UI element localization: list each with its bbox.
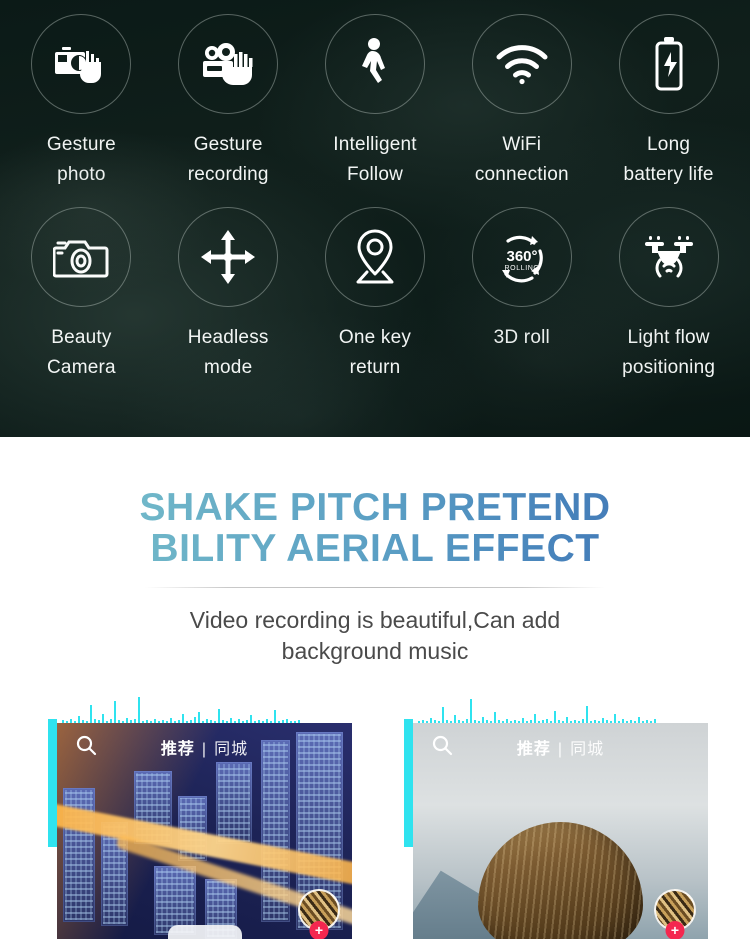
gesture-recording-icon [178, 14, 279, 114]
person-hair [477, 822, 644, 939]
feature-3d-roll[interactable]: 360° ROLLING 3D roll [448, 207, 595, 383]
waveform-bar [114, 701, 116, 723]
follow-button[interactable]: + [665, 921, 685, 939]
page-title: SHAKE PITCH PRETEND BILITY AERIAL EFFECT [0, 487, 750, 569]
feature-label: Gesture photo [46, 134, 116, 185]
audio-waveform-right [404, 689, 708, 723]
roll-caption-text: ROLLING [504, 265, 539, 272]
preview-cards: 推荐 | 同城 + 推荐 | 同城 + [0, 689, 750, 939]
feature-label: Intelligent Follow [333, 134, 417, 185]
feature-row-1: Gesture photo Gesture recording Intellig… [0, 0, 750, 190]
feature-label: Beauty Camera [47, 327, 116, 378]
tab-nearby[interactable]: 同城 [570, 741, 604, 758]
feature-wifi-connection[interactable]: WiFi connection [448, 14, 595, 190]
app-topbar: 推荐 | 同城 [413, 723, 708, 771]
author-avatar-group[interactable]: + [654, 889, 696, 939]
waveform-bar [470, 699, 472, 723]
waveform-bar [138, 697, 140, 723]
record-button[interactable] [167, 925, 242, 939]
feature-intelligent-follow[interactable]: Intelligent Follow [302, 14, 449, 190]
audio-waveform-left [48, 689, 352, 723]
feature-label: 3D roll [493, 327, 550, 348]
waveform-bar [554, 711, 556, 723]
feature-headless-mode[interactable]: Headless mode [155, 207, 302, 383]
waveform-bar [494, 712, 496, 723]
feature-long-battery-life[interactable]: Long battery life [595, 14, 742, 190]
feature-label: Long battery life [623, 134, 714, 185]
waveform-bar [102, 714, 104, 723]
waveform-bar [218, 709, 220, 723]
city-night-preview-card[interactable]: 推荐 | 同城 + [48, 689, 352, 939]
feature-gesture-photo[interactable]: Gesture photo [8, 14, 155, 190]
promo-subtitle: Video recording is beautiful,Can add bac… [140, 605, 610, 667]
headless-mode-icon [178, 207, 279, 307]
waveform-bar [454, 715, 456, 723]
waveform-bar [442, 707, 444, 723]
author-avatar-group[interactable]: + [298, 889, 340, 939]
promo-section: SHAKE PITCH PRETEND BILITY AERIAL EFFECT… [0, 437, 750, 939]
waveform-bar [586, 706, 588, 723]
waveform-bar [250, 715, 252, 723]
feature-row-2: Beauty Camera Headless mode One key retu… [0, 190, 750, 383]
subtitle-line-1: Video recording is beautiful,Can add [189, 607, 561, 633]
feature-one-key-return[interactable]: One key return [302, 207, 449, 383]
subtitle-line-2: background music [281, 638, 469, 664]
feature-label: Gesture recording [187, 134, 269, 185]
phone-screen-portrait[interactable]: 推荐 | 同城 + [413, 723, 708, 939]
feature-beauty-camera[interactable]: Beauty Camera [8, 207, 155, 383]
cyan-accent-bar [404, 719, 413, 847]
waveform-bar [198, 712, 200, 723]
feature-grid-section: Gesture photo Gesture recording Intellig… [0, 0, 750, 437]
beauty-camera-icon [31, 207, 132, 307]
feature-label: Light flow positioning [622, 327, 716, 378]
phone-screen-city[interactable]: 推荐 | 同城 + [57, 723, 352, 939]
feed-tabs: 推荐 | 同城 [57, 735, 352, 759]
headline-divider [145, 587, 605, 588]
app-topbar: 推荐 | 同城 [57, 723, 352, 771]
battery-icon [618, 14, 719, 114]
360-roll-icon: 360° ROLLING [471, 207, 572, 307]
feature-label: One key return [338, 327, 412, 378]
waveform-bar [78, 716, 80, 723]
tab-recommended[interactable]: 推荐 [161, 741, 195, 758]
gesture-photo-icon [31, 14, 132, 114]
intelligent-follow-icon [324, 14, 425, 114]
one-key-return-icon [324, 207, 425, 307]
headline-line-2: BILITY AERIAL EFFECT [150, 527, 600, 570]
waveform-bar [614, 714, 616, 723]
feature-label: Headless mode [187, 327, 269, 378]
waveform-bar [182, 714, 184, 723]
tab-separator: | [557, 741, 564, 758]
waveform-bar [534, 714, 536, 723]
follow-button[interactable]: + [309, 921, 329, 939]
roll-degrees-text: 360° [506, 248, 537, 265]
cyan-accent-bar [48, 719, 57, 847]
feature-label: WiFi connection [474, 134, 569, 185]
tab-nearby[interactable]: 同城 [214, 741, 248, 758]
wifi-icon [471, 14, 572, 114]
tab-separator: | [201, 741, 208, 758]
headline-line-1: SHAKE PITCH PRETEND [139, 486, 611, 529]
feed-tabs: 推荐 | 同城 [413, 735, 708, 759]
waveform-bar [90, 705, 92, 723]
light-flow-positioning-icon [618, 207, 719, 307]
feature-gesture-recording[interactable]: Gesture recording [155, 14, 302, 190]
portrait-sky-preview-card[interactable]: 推荐 | 同城 + [404, 689, 708, 939]
waveform-bar [274, 710, 276, 723]
tab-recommended[interactable]: 推荐 [517, 741, 551, 758]
feature-light-flow-positioning[interactable]: Light flow positioning [595, 207, 742, 383]
